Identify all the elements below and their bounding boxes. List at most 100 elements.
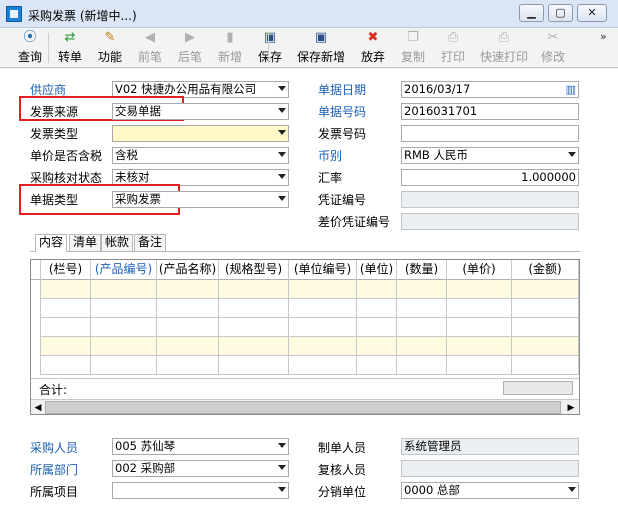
items-grid[interactable]: (栏号) (产品编号) (产品名称) (规格型号) (单位编号) (单位) (数量) (单价)… [30,259,580,415]
table-cell[interactable] [357,280,397,299]
sales-unit-field[interactable]: 0000 总部 [401,482,579,499]
table-cell[interactable] [219,318,289,337]
table-cell[interactable] [289,280,357,299]
table-cell[interactable] [447,280,512,299]
doc-date-field[interactable]: 2016/03/17 ▥ [401,81,579,98]
buyer-field[interactable]: 005 苏仙琴 [112,438,289,455]
chevron-down-icon[interactable] [568,487,576,492]
table-cell[interactable] [91,337,157,356]
table-cell[interactable] [447,337,512,356]
calendar-icon[interactable]: ▥ [566,82,576,97]
table-cell[interactable] [579,356,580,375]
column-header[interactable]: (数量) [397,260,447,280]
table-row[interactable] [31,356,580,375]
close-button[interactable]: ✕ [577,4,607,22]
doc-number-field[interactable]: 2016031701 [401,103,579,120]
table-cell[interactable] [219,299,289,318]
tab-content[interactable]: 内容 [35,234,68,252]
invoice-type-field[interactable] [112,125,289,142]
table-cell[interactable] [512,299,579,318]
table-cell[interactable] [397,356,447,375]
column-header[interactable]: (单位编号) [289,260,357,280]
table-cell[interactable] [91,318,157,337]
table-cell[interactable] [157,356,219,375]
table-cell[interactable] [289,318,357,337]
chevron-down-icon[interactable] [278,152,286,157]
currency-field[interactable]: RMB 人民币 [401,147,579,164]
invoice-number-field[interactable] [401,125,579,142]
table-cell[interactable] [91,356,157,375]
table-cell[interactable] [397,280,447,299]
table-cell[interactable] [289,299,357,318]
maximize-button[interactable]: ▢ [548,4,573,22]
column-header[interactable]: (金额) [512,260,579,280]
table-cell[interactable] [357,318,397,337]
table-cell[interactable] [157,337,219,356]
exchange-rate-field[interactable]: 1.000000 [401,169,579,186]
horizontal-scrollbar[interactable]: ◀ ▶ [31,399,579,414]
table-cell[interactable] [512,356,579,375]
table-cell[interactable] [289,337,357,356]
invoice-source-field[interactable]: 交易单据 [112,103,289,120]
price-tax-field[interactable]: 含税 [112,147,289,164]
column-header[interactable]: (单价) [447,260,512,280]
table-row[interactable] [31,337,579,356]
table-cell[interactable] [512,280,579,299]
discard-button[interactable]: ✖ 放弃 [355,30,391,66]
table-cell[interactable] [157,318,219,337]
table-cell[interactable] [397,318,447,337]
project-field[interactable] [112,482,289,499]
table-cell[interactable] [41,318,91,337]
table-row[interactable] [31,280,580,299]
table-cell[interactable] [512,318,579,337]
column-header[interactable]: (栏号) [41,260,91,280]
table-cell[interactable] [579,299,580,318]
table-cell[interactable] [397,337,447,356]
minimize-button[interactable]: ▁ [519,4,544,22]
table-cell[interactable] [579,318,580,337]
save-button[interactable]: ▣ 保存 [252,30,288,66]
tab-list[interactable]: 清单 [69,234,102,251]
chevron-down-icon[interactable] [278,487,286,492]
chevron-down-icon[interactable] [278,86,286,91]
table-cell[interactable] [357,299,397,318]
column-header[interactable]: (单位) [357,260,397,280]
chevron-down-icon[interactable] [568,152,576,157]
table-cell[interactable] [41,280,91,299]
table-row[interactable] [31,318,580,337]
table-cell[interactable] [447,318,512,337]
table-cell[interactable] [219,280,289,299]
scroll-left-icon[interactable]: ◀ [32,402,44,414]
chevron-down-icon[interactable] [278,443,286,448]
table-cell[interactable] [289,356,357,375]
table-cell[interactable] [41,299,91,318]
table-cell[interactable] [447,299,512,318]
scroll-thumb[interactable] [45,401,561,414]
table-row[interactable] [31,299,580,318]
table-cell[interactable] [157,299,219,318]
table-cell[interactable] [357,337,397,356]
table-cell[interactable] [219,337,289,356]
table-cell[interactable] [41,337,91,356]
table-cell[interactable] [41,356,91,375]
table-cell[interactable] [91,299,157,318]
table-cell[interactable] [512,337,579,356]
chevron-down-icon[interactable] [278,196,286,201]
tab-notes[interactable]: 备注 [134,234,167,251]
tab-account[interactable]: 帐款 [101,234,134,251]
column-header[interactable]: (产品编号) [91,260,157,280]
chevron-down-icon[interactable] [278,130,286,135]
toolbar-more-icon[interactable]: » [600,30,607,43]
column-header[interactable]: 税 [579,260,580,280]
table-cell[interactable] [397,299,447,318]
department-field[interactable]: 002 采购部 [112,460,289,477]
doc-type-field[interactable]: 采购发票 [112,191,289,208]
table-cell[interactable] [91,280,157,299]
chevron-down-icon[interactable] [278,174,286,179]
table-cell[interactable] [219,356,289,375]
convert-button[interactable]: ⇄ 转单 [52,30,88,66]
save-new-button[interactable]: ▣ 保存新增 [292,30,350,66]
function-button[interactable]: ✎ 功能 [92,30,128,66]
table-cell[interactable] [579,280,580,299]
chevron-down-icon[interactable] [278,108,286,113]
